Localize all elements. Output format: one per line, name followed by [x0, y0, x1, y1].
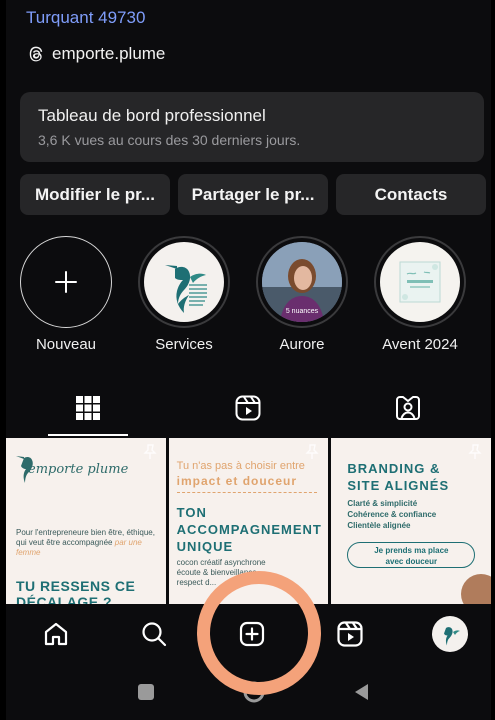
profile-avatar [432, 616, 468, 652]
grid-icon [76, 396, 100, 420]
profile-actions: Modifier le pr... Partager le pr... Cont… [20, 174, 486, 215]
threads-link[interactable]: emporte.plume [26, 44, 165, 64]
portrait-thumbnail [461, 574, 491, 604]
pinned-icon [468, 444, 482, 459]
square-icon [138, 684, 154, 700]
threads-handle: emporte.plume [52, 44, 166, 63]
highlight-label: Aurore [279, 336, 325, 353]
post-tile[interactable]: emporte plume Pour l'entrepreneure bien … [6, 438, 166, 604]
recent-apps-button[interactable] [134, 680, 158, 704]
highlight-new-ring [20, 236, 112, 328]
highlight-services[interactable]: Services [134, 236, 234, 353]
nav-reels[interactable] [330, 614, 370, 654]
post-list: Clarté & simplicité Cohérence & confianc… [347, 499, 437, 530]
dashboard-title: Tableau de bord professionnel [38, 106, 266, 125]
highlight-aurore[interactable]: 5 nuances Aurore [252, 236, 352, 353]
reels-icon [337, 621, 363, 647]
post-headline: TON ACCOMPAGNEMENT UNIQUE [176, 505, 322, 554]
highlight-annotation-circle [197, 571, 321, 695]
tab-tagged[interactable] [328, 380, 488, 436]
search-icon [142, 622, 167, 647]
nav-search[interactable] [134, 614, 174, 654]
hummingbird-logo-icon [144, 242, 224, 322]
contacts-button[interactable]: Contacts [336, 174, 486, 215]
highlight-label: Services [155, 336, 213, 353]
highlight-label: Avent 2024 [382, 336, 458, 353]
post-cta-pill: Je prends ma place avec douceur [347, 542, 476, 568]
post-headline: TU RESSENS CE DÉCALAGE ? [16, 578, 136, 604]
share-profile-button[interactable]: Partager le pr... [178, 174, 328, 215]
highlight-new[interactable]: Nouveau [16, 236, 116, 353]
story-highlights: Nouveau Services 5 nuances Aurore Avent … [6, 236, 491, 366]
plus-icon [55, 271, 77, 293]
dashed-divider [176, 492, 317, 493]
tab-posts-grid[interactable] [8, 380, 168, 436]
hummingbird-icon [444, 627, 460, 646]
phone-frame: Turquant 49730 emporte.plume Tableau de … [0, 0, 495, 720]
instagram-profile-screen: Turquant 49730 emporte.plume Tableau de … [6, 0, 491, 720]
highlight-caption: 5 nuances [285, 308, 319, 315]
hummingbird-icon [16, 456, 33, 483]
nav-profile[interactable] [430, 614, 470, 654]
post-body-text: Pour l'entrepreneure bien être, éthique,… [16, 528, 155, 557]
highlight-avent-2024[interactable]: Avent 2024 [370, 236, 470, 353]
back-triangle-icon [355, 684, 368, 700]
post-headline: BRANDING & SITE ALIGNÉS [347, 461, 450, 493]
portrait-photo: 5 nuances [262, 242, 342, 322]
profile-location-link[interactable]: Turquant 49730 [26, 8, 145, 28]
post-tagline-bold: impact et douceur [176, 474, 298, 488]
pinned-icon [142, 444, 157, 459]
back-button[interactable] [350, 680, 374, 704]
tagged-icon [396, 396, 420, 420]
home-icon [44, 622, 68, 646]
professional-dashboard[interactable]: Tableau de bord professionnel 3,6 K vues… [20, 92, 484, 162]
profile-content-tabs [6, 380, 491, 436]
pinned-icon [305, 444, 320, 459]
highlight-label: Nouveau [35, 336, 97, 353]
dashboard-subtitle: 3,6 K vues au cours des 30 derniers jour… [38, 132, 301, 148]
post-tagline: Tu n'as pas à choisir entre [176, 460, 305, 472]
edit-profile-button[interactable]: Modifier le pr... [20, 174, 170, 215]
tab-reels[interactable] [168, 380, 328, 436]
atelier-logo-icon [380, 242, 460, 322]
nav-home[interactable] [36, 614, 76, 654]
reels-icon [235, 395, 261, 421]
threads-icon [29, 46, 43, 62]
post-tile[interactable]: BRANDING & SITE ALIGNÉS Clarté & simplic… [331, 438, 491, 604]
